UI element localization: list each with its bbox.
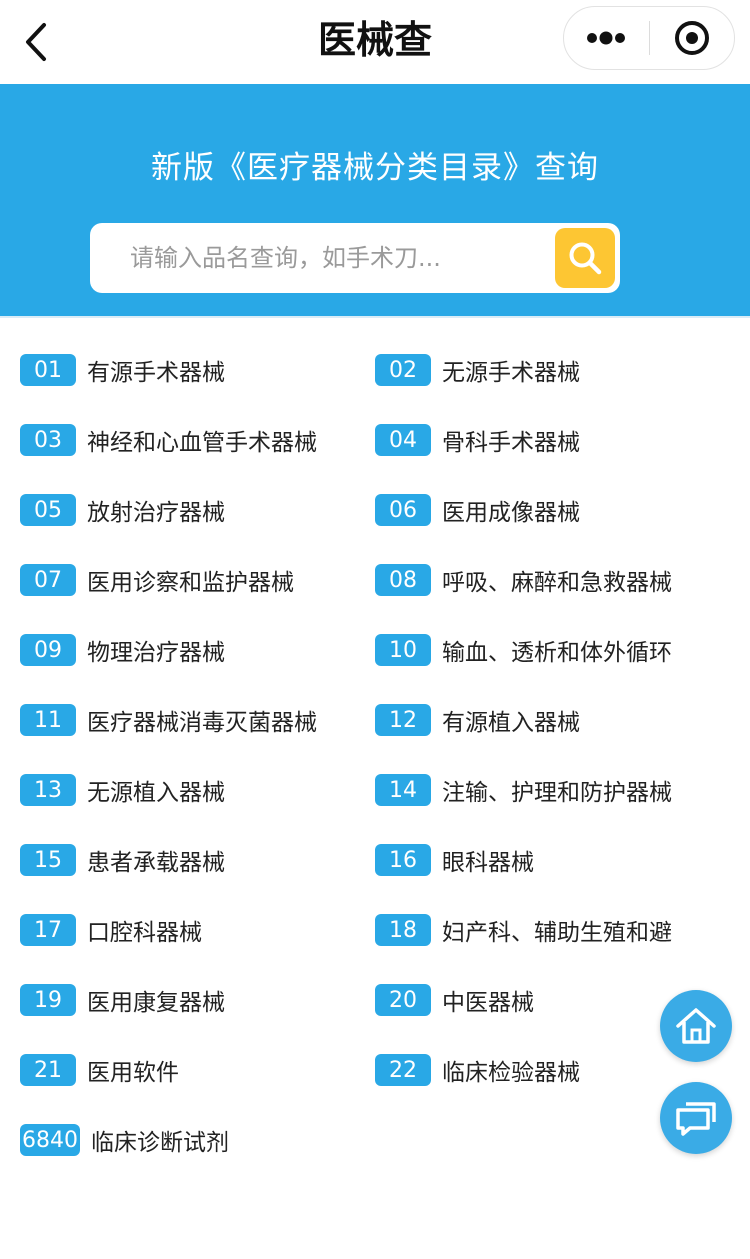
- category-name: 无源植入器械: [87, 780, 225, 806]
- category-name: 神经和心血管手术器械: [87, 430, 317, 456]
- category-name: 眼科器械: [442, 850, 534, 876]
- category-code-badge: 15: [20, 844, 76, 876]
- category-name: 放射治疗器械: [87, 500, 225, 526]
- category-name: 无源手术器械: [442, 360, 580, 386]
- category-item[interactable]: 12 有源植入器械: [375, 700, 580, 740]
- category-name: 妇产科、辅助生殖和避: [442, 920, 672, 946]
- banner-divider: [0, 316, 750, 318]
- search-button[interactable]: [555, 228, 615, 288]
- category-item[interactable]: 17 口腔科器械: [20, 910, 202, 950]
- category-name: 有源手术器械: [87, 360, 225, 386]
- category-code-badge: 22: [375, 1054, 431, 1086]
- search-banner: 新版《医疗器械分类目录》查询: [0, 84, 750, 316]
- category-item[interactable]: 06 医用成像器械: [375, 490, 580, 530]
- category-code-badge: 18: [375, 914, 431, 946]
- category-code-badge: 09: [20, 634, 76, 666]
- category-code-badge: 6840: [20, 1124, 80, 1156]
- category-code-badge: 05: [20, 494, 76, 526]
- category-name: 物理治疗器械: [87, 640, 225, 666]
- category-name: 有源植入器械: [442, 710, 580, 736]
- category-name: 输血、透析和体外循环: [442, 640, 672, 666]
- category-name: 注输、护理和防护器械: [442, 780, 672, 806]
- category-item[interactable]: 04 骨科手术器械: [375, 420, 580, 460]
- category-item[interactable]: 14 注输、护理和防护器械: [375, 770, 672, 810]
- chat-bubble-icon: [676, 1102, 716, 1136]
- category-code-badge: 01: [20, 354, 76, 386]
- category-item[interactable]: 21 医用软件: [20, 1050, 179, 1090]
- target-circle-icon: [674, 21, 709, 55]
- category-name: 口腔科器械: [87, 920, 202, 946]
- category-code-badge: 10: [375, 634, 431, 666]
- more-dots-icon: [587, 31, 626, 45]
- category-code-badge: 13: [20, 774, 76, 806]
- category-code-badge: 16: [375, 844, 431, 876]
- search-icon: [569, 242, 602, 275]
- category-item[interactable]: 03 神经和心血管手术器械: [20, 420, 317, 460]
- category-item[interactable]: 19 医用康复器械: [20, 980, 225, 1020]
- category-code-badge: 20: [375, 984, 431, 1016]
- banner-title: 新版《医疗器械分类目录》查询: [151, 150, 599, 186]
- category-code-badge: 02: [375, 354, 431, 386]
- category-code-badge: 08: [375, 564, 431, 596]
- more-button[interactable]: [564, 7, 649, 69]
- close-button[interactable]: [650, 7, 735, 69]
- category-item[interactable]: 16 眼科器械: [375, 840, 534, 880]
- category-name: 医用成像器械: [442, 500, 580, 526]
- category-name: 临床检验器械: [442, 1060, 580, 1086]
- category-code-badge: 06: [375, 494, 431, 526]
- category-item[interactable]: 02 无源手术器械: [375, 350, 580, 390]
- category-code-badge: 07: [20, 564, 76, 596]
- category-item[interactable]: 18 妇产科、辅助生殖和避: [375, 910, 672, 950]
- category-code-badge: 21: [20, 1054, 76, 1086]
- mini-program-capsule: [563, 6, 735, 70]
- category-code-badge: 14: [375, 774, 431, 806]
- home-icon: [676, 1008, 716, 1044]
- category-name: 患者承载器械: [87, 850, 225, 876]
- category-code-badge: 19: [20, 984, 76, 1016]
- category-name: 医用康复器械: [87, 990, 225, 1016]
- home-button[interactable]: [660, 990, 732, 1062]
- page: 医械查 新版《医疗器械分类目录》查询 请输入品名查询，如手术刀... 01 有源…: [0, 0, 750, 1259]
- category-name: 呼吸、麻醉和急救器械: [442, 570, 672, 596]
- chat-button[interactable]: [660, 1082, 732, 1154]
- chevron-left-icon: [26, 23, 46, 61]
- category-code-badge: 03: [20, 424, 76, 456]
- category-name: 医用诊察和监护器械: [87, 570, 294, 596]
- category-item[interactable]: 07 医用诊察和监护器械: [20, 560, 294, 600]
- nav-bar: 医械查: [0, 0, 750, 84]
- category-item[interactable]: 13 无源植入器械: [20, 770, 225, 810]
- category-name: 医疗器械消毒灭菌器械: [87, 710, 317, 736]
- category-name: 临床诊断试剂: [91, 1130, 229, 1156]
- category-item[interactable]: 05 放射治疗器械: [20, 490, 225, 530]
- category-item[interactable]: 01 有源手术器械: [20, 350, 225, 390]
- category-code-badge: 17: [20, 914, 76, 946]
- category-code-badge: 11: [20, 704, 76, 736]
- category-item[interactable]: 6840 临床诊断试剂: [20, 1120, 229, 1160]
- category-name: 医用软件: [87, 1060, 179, 1086]
- search-input[interactable]: [130, 223, 550, 293]
- back-button[interactable]: [14, 18, 58, 66]
- search-box: [90, 223, 620, 293]
- category-item[interactable]: 09 物理治疗器械: [20, 630, 225, 670]
- category-item[interactable]: 08 呼吸、麻醉和急救器械: [375, 560, 672, 600]
- category-name: 中医器械: [442, 990, 534, 1016]
- category-item[interactable]: 10 输血、透析和体外循环: [375, 630, 672, 670]
- category-item[interactable]: 15 患者承载器械: [20, 840, 225, 880]
- category-item[interactable]: 11 医疗器械消毒灭菌器械: [20, 700, 317, 740]
- category-item[interactable]: 22 临床检验器械: [375, 1050, 580, 1090]
- category-code-badge: 04: [375, 424, 431, 456]
- category-code-badge: 12: [375, 704, 431, 736]
- category-name: 骨科手术器械: [442, 430, 580, 456]
- category-item[interactable]: 20 中医器械: [375, 980, 534, 1020]
